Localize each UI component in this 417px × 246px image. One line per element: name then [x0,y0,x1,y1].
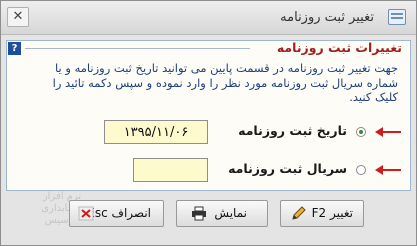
date-radio[interactable] [356,127,366,137]
dialog-window: ✕ تغییر ثبت روزنامه ? تغییرات ثبت روزنام… [0,0,417,246]
panel-title: تغییرات ثبت روزنامه [276,40,402,55]
change-button-label: تغییر F2 [311,206,353,220]
window-title: تغییر ثبت روزنامه [280,10,374,25]
date-input[interactable] [104,120,208,144]
help-icon[interactable]: ? [8,42,21,55]
cancel-icon [78,206,94,221]
serial-input[interactable] [133,158,208,182]
change-button[interactable]: تغییر F2 [280,200,364,227]
cancel-button[interactable]: انصراف Esc [69,200,164,227]
cancel-button-label: انصراف Esc [87,206,151,220]
panel-header: ? تغییرات ثبت روزنامه [7,40,410,55]
header-divider [25,48,250,49]
title-bar[interactable]: ✕ تغییر ثبت روزنامه [1,1,416,35]
show-button[interactable]: نمایش [176,200,268,227]
show-button-label: نمایش [214,206,247,220]
serial-radio[interactable] [356,165,366,175]
printer-icon [192,206,206,221]
serial-option-label: سریال ثبت روزنامه [228,161,347,176]
close-button[interactable]: ✕ [7,7,29,27]
arrow-pointer-icon [375,127,401,137]
date-option-label: تاریخ ثبت روزنامه [238,123,347,138]
settings-panel: ? تغییرات ثبت روزنامه جهت تغییر ثبت روزن… [6,40,411,191]
window-app-icon [388,9,406,25]
panel-description: جهت تغییر ثبت روزنامه در قسمت پایین می ت… [52,61,398,104]
arrow-pointer-icon [375,165,401,175]
pencil-icon [292,206,306,220]
